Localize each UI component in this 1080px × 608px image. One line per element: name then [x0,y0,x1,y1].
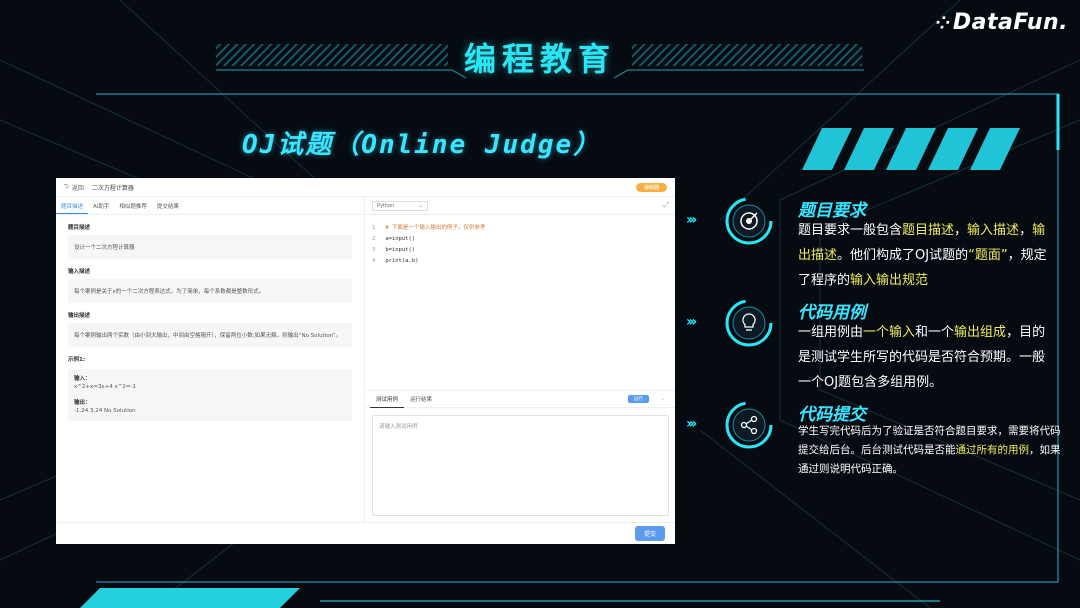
feature-description: 题目要求一般包含题目描述，输入描述，输出描述。他们构成了OJ试题的“题面”，规定… [798,223,1047,288]
language-select[interactable]: Python ⌄ [372,200,428,211]
oj-header: ⮌ 返回 二次方程计算器 编辑器 [56,178,675,197]
test-input[interactable]: 请输入测试用例 [372,415,669,516]
problem-panel: 题目描述 AI助手 相似题推荐 提交结果 题目描述 设计一个二次方程计算器 输入… [56,197,365,522]
code-line: 1 # 下面是一个输入输出的例子，仅供参考 [372,225,486,231]
section-body: 每个案例输出两个实数（由小到大输出，中间由空格隔开），保留两位小数;如果无解，则… [68,323,352,347]
oj-window: ⮌ 返回 二次方程计算器 编辑器 题目描述 AI助手 相似题推荐 提交结果 题目描… [56,178,675,544]
share-icon [725,401,773,449]
tab-ai-assistant[interactable]: AI助手 [88,197,114,214]
run-button[interactable]: 运行 [627,395,649,403]
section-heading: 输出描述 [68,313,91,319]
feature-description: 学生写完代码后为了验证是否符合题目要求，需要将代码提交给后台。后台测试代码是否能… [798,425,1061,475]
code-line: 2 a=input() [372,236,416,242]
tab-run-results[interactable]: 运行结果 [404,391,438,407]
page-subtitle: OJ试题（Online Judge） [242,130,602,160]
target-icon [725,197,773,245]
tab-similar[interactable]: 相似题推荐 [114,197,152,214]
tab-description[interactable]: 题目描述 [56,197,89,214]
back-button[interactable]: ⮌ 返回 [64,182,84,192]
problem-tabs: 题目描述 AI助手 相似题推荐 提交结果 [56,197,364,215]
brand-text: DataFun. [952,10,1068,35]
example-box: 输入： x^2+x=3x+4 x^2=-1 输出： -1.24 3.24 No … [68,369,352,421]
lightbulb-icon [725,299,773,347]
tab-test-cases[interactable]: 测试用例 [370,391,405,408]
section-heading: 输入描述 [68,269,91,275]
example-output-value: -1.24 3.24 No Solution [74,408,136,414]
arrows-icon: ››› [686,314,697,330]
example-input-value: x^2+x=3x+4 x^2=-1 [74,384,136,390]
collapse-chevron-icon[interactable]: ⌄ [655,392,671,406]
editor-panel: Python ⌄ ⤢ 1 # 下面是一个输入输出的例子，仅供参考 2 a=inpu… [366,197,675,522]
example-input-label: 输入： [74,376,91,382]
code-editor[interactable]: 1 # 下面是一个输入输出的例子，仅供参考 2 a=input() 3 b=in… [366,215,675,275]
submit-button[interactable]: 提交 [634,526,665,541]
example-output-label: 输出： [74,400,91,406]
arrows-icon: ››› [686,212,697,228]
page-title: 编程教育 [463,40,616,78]
chevron-down-icon: ⌄ [418,202,423,209]
test-tabs: 测试用例 运行结果 运行 ⌄ [366,391,675,408]
code-line: 4 print(a,b) [372,258,419,264]
section-body: 设计一个二次方程计算器 [68,235,352,259]
logo-dots-icon: ⁘ [935,13,951,34]
arrows-icon: ››› [686,416,697,432]
oj-footer: 提交 [56,522,675,544]
expand-icon[interactable]: ⤢ [663,201,669,210]
tab-submissions[interactable]: 提交结果 [152,197,184,214]
editor-button[interactable]: 编辑器 [635,182,667,192]
back-arrow-icon: ⮌ [64,183,69,190]
problem-title: 二次方程计算器 [91,184,134,192]
code-line: 3 b=input() [372,247,416,253]
brand-logo: ⁘DataFun. [935,10,1068,35]
example-heading: 示例1: [68,357,86,363]
section-body: 每个案例是关于x的一个二次方程表达式，为了简单，每个系数都是整数形式。 [68,279,352,303]
feature-description: 一组用例由一个输入和一个输出组成，目的是测试学生所写的代码是否符合预期。一般一个… [798,325,1046,390]
section-heading: 题目描述 [68,225,91,231]
editor-toolbar: Python ⌄ ⤢ [366,197,675,215]
test-area: 测试用例 运行结果 运行 ⌄ 请输入测试用例 [366,390,675,522]
